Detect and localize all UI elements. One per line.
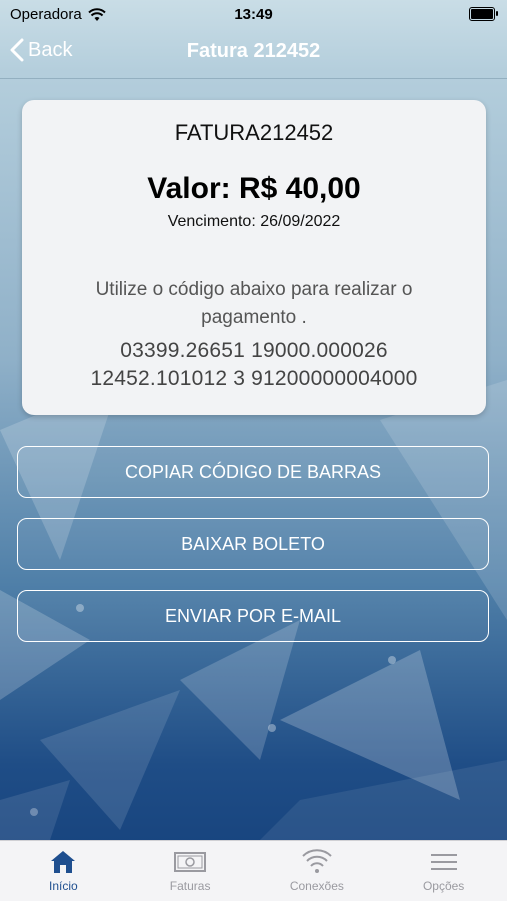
invoice-id: FATURA212452 [174,120,334,145]
navigation-bar: Back Fatura 212452 [0,30,507,79]
tab-opcoes[interactable]: Opções [380,841,507,901]
download-boleto-button[interactable]: BAIXAR BOLETO [17,518,489,570]
back-label: Back [28,38,73,61]
menu-icon [430,854,457,870]
chevron-left-icon [10,38,24,62]
battery-icon [469,7,498,21]
clock: 13:49 [234,6,273,23]
wifi-icon [302,849,332,873]
copy-barcode-button[interactable]: COPIAR CÓDIGO DE BARRAS [17,446,489,498]
back-button[interactable]: Back [10,38,72,62]
tab-label: Conexões [289,879,344,893]
payment-instruction: Utilize o código abaixo para realizar o … [95,279,413,328]
barcode-line-2: 12452.101012 3 91200000004000 [90,367,418,390]
status-bar: Operadora 13:49 [0,0,507,30]
banknote-icon [174,852,207,872]
tab-label: Início [49,879,78,893]
tab-faturas[interactable]: Faturas [127,841,254,901]
tab-bar: Início Faturas Conexões Opções [0,840,507,901]
send-email-button[interactable]: ENVIAR POR E-MAIL [17,590,489,642]
tab-inicio[interactable]: Início [0,841,127,901]
home-icon [51,851,76,873]
tab-conexoes[interactable]: Conexões [254,841,381,901]
invoice-card: FATURA212452 Valor: R$ 40,00 Vencimento:… [22,100,486,415]
tab-label: Opções [422,879,465,893]
page-title: Fatura 212452 [186,40,321,62]
barcode-line-1: 03399.26651 19000.000026 [120,339,388,362]
due-date: Vencimento: 26/09/2022 [167,213,341,230]
barcode-number: 03399.26651 19000.000026 12452.101012 3 … [32,337,476,393]
invoice-amount: Valor: R$ 40,00 [147,172,361,205]
tab-label: Faturas [169,879,211,893]
